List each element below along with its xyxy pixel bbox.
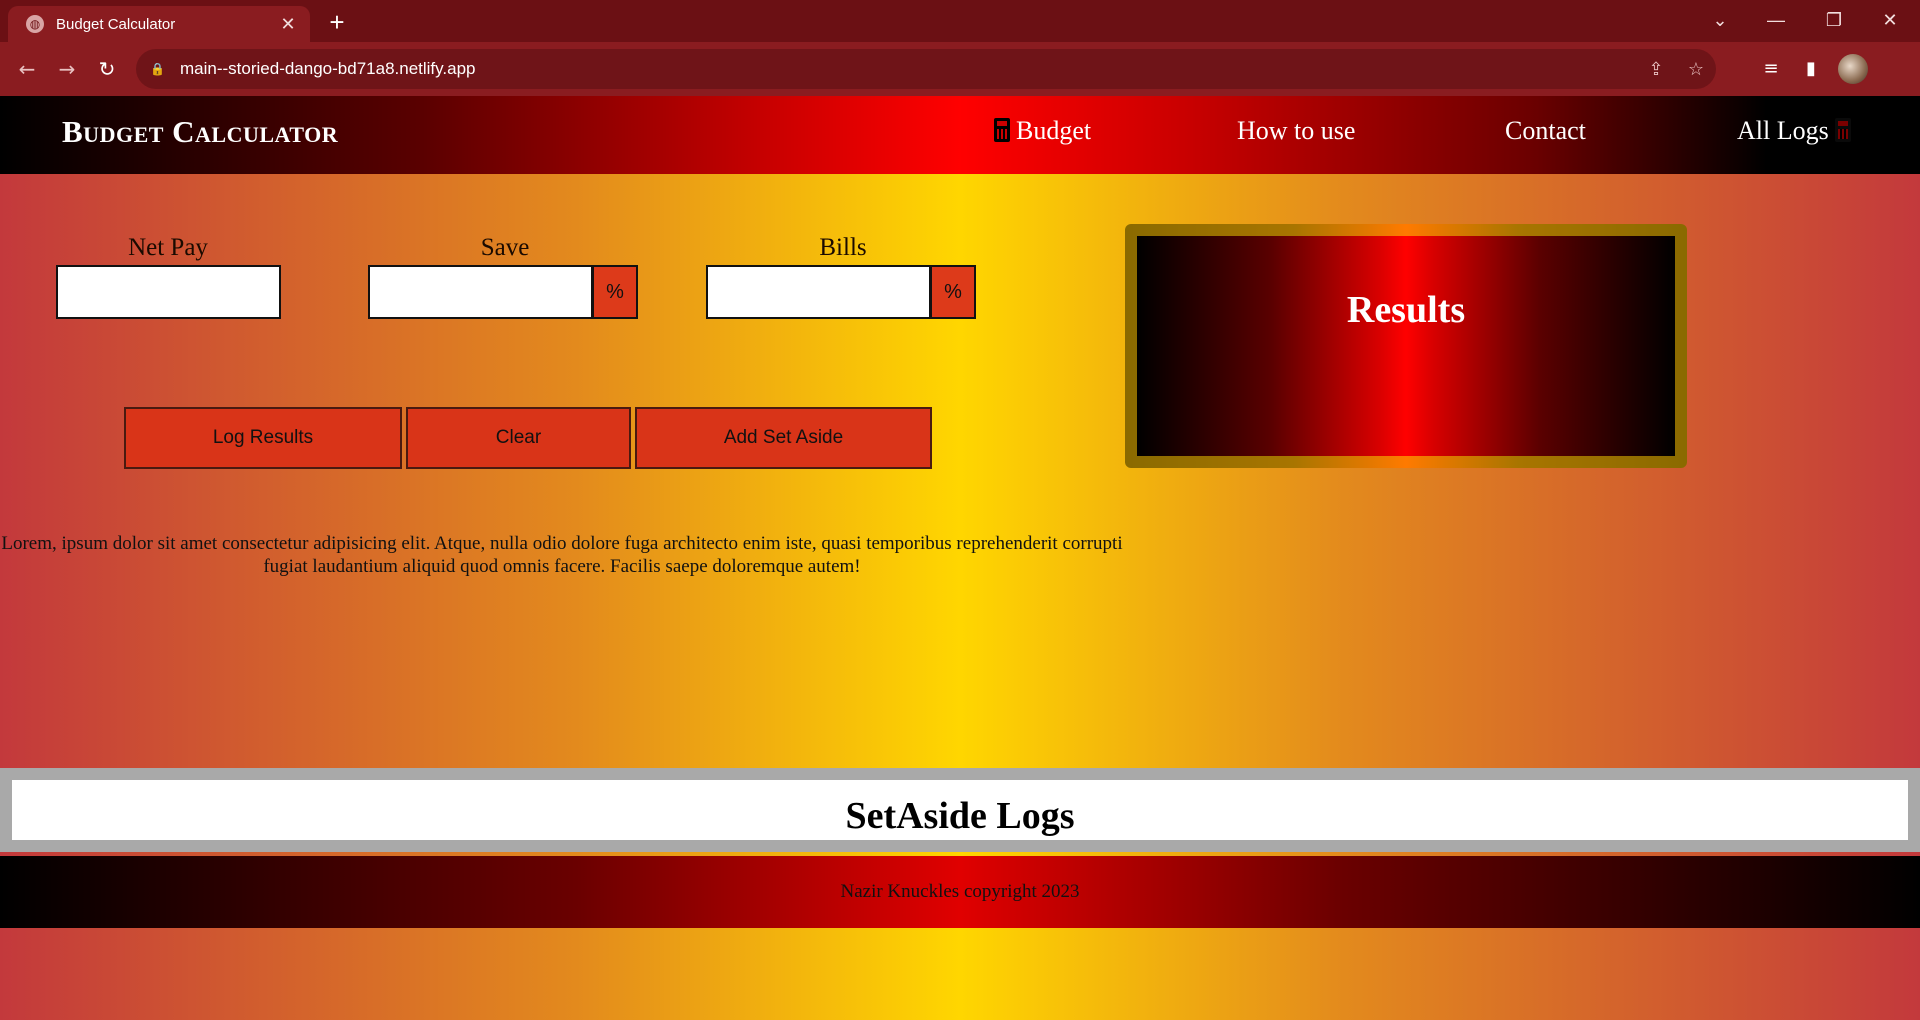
tab-title: Budget Calculator (56, 15, 176, 33)
back-button[interactable]: ← (10, 52, 44, 86)
site-navbar: Budget Calculator Budget How to use Cont… (0, 96, 1920, 174)
page: Budget Calculator Budget How to use Cont… (0, 96, 1920, 1020)
save-label: Save (480, 234, 530, 261)
results-inner (1137, 236, 1675, 456)
address-bar[interactable]: 🔒 main--storied-dango-bd71a8.netlify.app… (136, 49, 1716, 89)
share-icon[interactable]: ⇪ (1636, 59, 1676, 80)
restore-button[interactable]: ❐ (1814, 4, 1854, 36)
close-tab-icon[interactable]: ✕ (276, 12, 300, 36)
footer-copyright: Nazir Knuckles copyright 2023 (840, 881, 1080, 902)
profile-avatar[interactable] (1838, 54, 1868, 84)
media-queue-icon[interactable]: ≡ (1754, 52, 1788, 86)
footer: Nazir Knuckles copyright 2023 (0, 856, 1920, 928)
browser-tab[interactable]: ◍ Budget Calculator ✕ (8, 6, 310, 42)
nav-link-contact[interactable]: Contact (1505, 116, 1586, 146)
url-text: main--storied-dango-bd71a8.netlify.app (180, 59, 476, 78)
lock-icon: 🔒 (150, 62, 165, 76)
setaside-logs-section: SetAside Logs (0, 768, 1920, 852)
minimize-button[interactable]: — (1756, 4, 1796, 36)
calculator-icon (1835, 118, 1852, 142)
browser-toolbar: ← → ↻ 🔒 main--storied-dango-bd71a8.netli… (0, 42, 1920, 96)
nav-link-budget-label: Budget (1016, 116, 1092, 145)
results-panel: Results (1125, 224, 1687, 468)
description-text: Lorem, ipsum dolor sit amet consectetur … (1, 533, 1123, 577)
site-brand[interactable]: Budget Calculator (62, 114, 338, 150)
nav-link-all-logs[interactable]: All Logs (1737, 116, 1857, 146)
bills-label: Bills (819, 234, 867, 261)
net-pay-label: Net Pay (128, 234, 208, 261)
window-close-button[interactable]: ✕ (1870, 4, 1910, 36)
nav-link-all-logs-label: All Logs (1737, 116, 1829, 145)
setaside-logs-title: SetAside Logs (845, 795, 1075, 837)
side-panel-icon[interactable]: ▮ (1794, 52, 1828, 86)
clear-button[interactable]: Clear (406, 407, 631, 469)
reload-button[interactable]: ↻ (90, 52, 124, 86)
tab-search-icon[interactable]: ⌄ (1700, 4, 1740, 36)
net-pay-input[interactable] (56, 265, 281, 319)
browser-tab-bar: ◍ Budget Calculator ✕ + ⌄ — ❐ ✕ (0, 0, 1920, 42)
save-input[interactable] (368, 265, 593, 319)
bookmark-star-icon[interactable]: ☆ (1676, 59, 1716, 80)
forward-button[interactable]: → (50, 52, 84, 86)
new-tab-button[interactable]: + (322, 8, 352, 38)
add-set-aside-button[interactable]: Add Set Aside (635, 407, 932, 469)
nav-link-budget[interactable]: Budget (994, 116, 1091, 146)
log-results-button[interactable]: Log Results (124, 407, 402, 469)
globe-icon: ◍ (26, 15, 44, 33)
results-title: Results (1346, 289, 1466, 331)
nav-link-how-to-use[interactable]: How to use (1237, 116, 1355, 146)
calculator-icon (994, 118, 1010, 142)
setaside-logs-panel: SetAside Logs (12, 780, 1908, 840)
save-percent-addon: % (592, 265, 638, 319)
bills-percent-addon: % (930, 265, 976, 319)
bills-input[interactable] (706, 265, 931, 319)
